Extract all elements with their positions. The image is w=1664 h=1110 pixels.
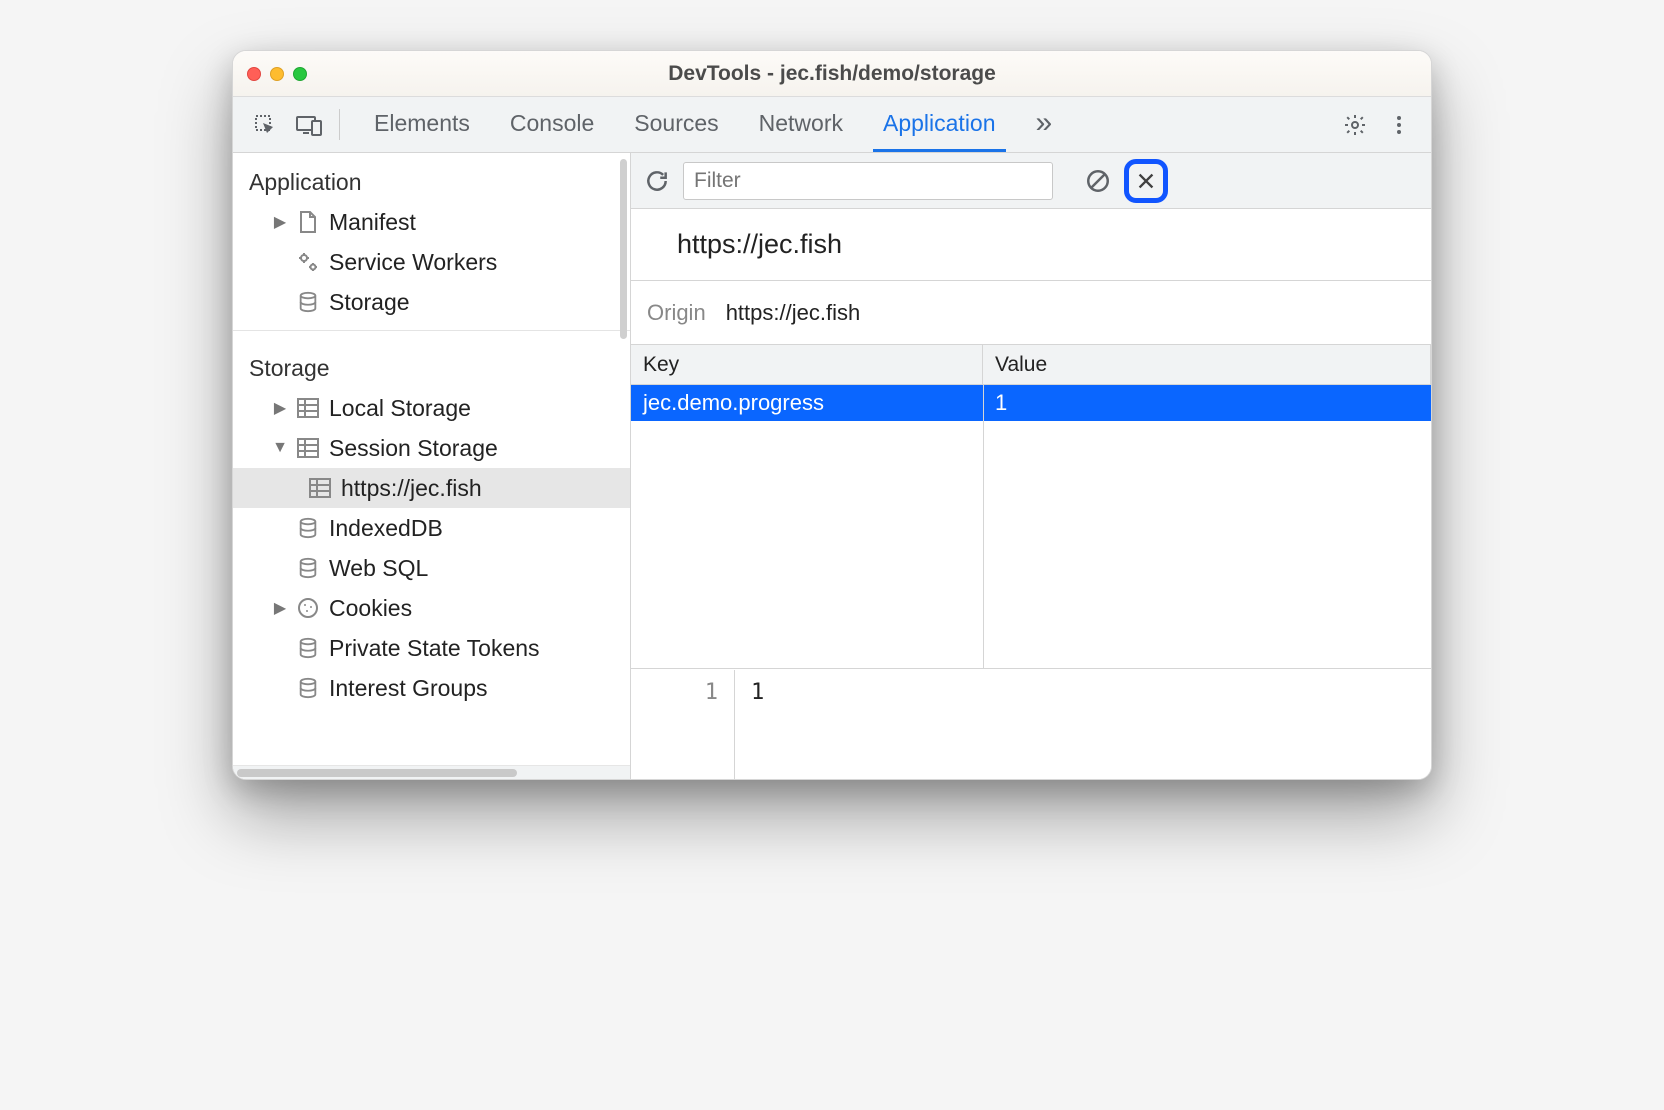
database-icon [295,289,321,315]
tab-elements[interactable]: Elements [364,97,480,152]
panel-tabs: Elements Console Sources Network Applica… [348,97,1062,152]
gears-icon [295,249,321,275]
divider [339,109,340,140]
grid-icon [295,435,321,461]
origin-label: Origin [647,300,706,326]
storage-toolbar [631,153,1431,209]
sidebar-section-application: Application [233,153,630,202]
sidebar-item-private-state-tokens[interactable]: Private State Tokens [233,628,630,668]
grid-icon [295,395,321,421]
sidebar-item-label: Service Workers [329,249,497,276]
minimize-window-button[interactable] [270,67,284,81]
sidebar-item-label: IndexedDB [329,515,443,542]
zoom-window-button[interactable] [293,67,307,81]
cell-key[interactable]: jec.demo.progress [631,386,983,420]
grid-icon [307,475,333,501]
grid-body[interactable]: jec.demo.progress 1 [631,385,1431,669]
tab-strip: Elements Console Sources Network Applica… [233,97,1431,153]
sidebar-item-websql[interactable]: Web SQL [233,548,630,588]
preview-value: 1 [735,670,1431,779]
clear-all-icon[interactable] [1082,165,1114,197]
sidebar-item-session-storage[interactable]: ▼ Session Storage [233,428,630,468]
sidebar-section-storage: Storage [233,339,630,388]
window-title: DevTools - jec.fish/demo/storage [233,62,1431,86]
divider [233,330,630,331]
origin-row: Origin https://jec.fish [631,281,1431,345]
sidebar-scrollbar[interactable] [616,153,630,353]
sidebar-item-label: Session Storage [329,435,498,462]
sidebar-hscrollbar[interactable] [233,765,630,779]
storage-pane: https://jec.fish Origin https://jec.fish… [631,153,1431,779]
database-icon [295,675,321,701]
sidebar-item-indexeddb[interactable]: IndexedDB [233,508,630,548]
tab-application[interactable]: Application [873,97,1006,152]
col-header-value[interactable]: Value [983,345,1431,384]
document-icon [295,209,321,235]
grid-header: Key Value [631,345,1431,385]
database-icon [295,515,321,541]
sidebar-item-label: Private State Tokens [329,635,540,662]
sidebar-item-storage[interactable]: Storage [233,282,630,322]
settings-icon[interactable] [1333,113,1377,137]
content-area: Application ▶ Manifest [233,153,1431,779]
sidebar-item-cookies[interactable]: ▶ Cookies [233,588,630,628]
tab-network[interactable]: Network [749,97,853,152]
highlight-ring [1124,159,1168,203]
database-icon [295,635,321,661]
refresh-icon[interactable] [641,165,673,197]
traffic-lights [247,67,307,81]
sidebar-item-manifest[interactable]: ▶ Manifest [233,202,630,242]
cookie-icon [295,595,321,621]
close-window-button[interactable] [247,67,261,81]
tab-console[interactable]: Console [500,97,604,152]
sidebar-item-label: Interest Groups [329,675,488,702]
sidebar-item-label: Web SQL [329,555,428,582]
filter-input[interactable] [683,162,1053,200]
sidebar-item-label: Local Storage [329,395,471,422]
origin-value: https://jec.fish [726,300,861,326]
delete-selected-icon[interactable] [1134,169,1158,193]
value-preview: 1 1 [631,669,1431,779]
preview-line-number: 1 [631,670,735,779]
grid-row[interactable]: jec.demo.progress 1 [631,385,1431,421]
sidebar-item-label: Cookies [329,595,412,622]
tab-sources[interactable]: Sources [624,97,728,152]
sidebar-item-local-storage[interactable]: ▶ Local Storage [233,388,630,428]
devtools-window: DevTools - jec.fish/demo/storage Element… [232,50,1432,780]
more-tabs-icon[interactable]: » [1026,97,1063,152]
sidebar-item-label: https://jec.fish [341,475,482,502]
sidebar-item-label: Storage [329,289,410,316]
sidebar-item-label: Manifest [329,209,416,236]
kebab-menu-icon[interactable] [1377,113,1421,137]
storage-grid: Key Value jec.demo.progress 1 [631,345,1431,669]
database-icon [295,555,321,581]
chevron-right-icon: ▶ [273,398,287,418]
inspect-element-icon[interactable] [243,97,287,152]
origin-heading: https://jec.fish [631,209,1431,281]
sidebar: Application ▶ Manifest [233,153,631,779]
sidebar-item-session-storage-origin[interactable]: https://jec.fish [233,468,630,508]
col-header-key[interactable]: Key [631,345,983,384]
chevron-right-icon: ▶ [273,212,287,232]
cell-value[interactable]: 1 [983,386,1431,420]
titlebar: DevTools - jec.fish/demo/storage [233,51,1431,97]
sidebar-item-service-workers[interactable]: Service Workers [233,242,630,282]
chevron-right-icon: ▶ [273,598,287,618]
sidebar-item-interest-groups[interactable]: Interest Groups [233,668,630,708]
column-divider[interactable] [983,385,984,668]
device-toggle-icon[interactable] [287,97,331,152]
chevron-down-icon: ▼ [273,439,287,457]
